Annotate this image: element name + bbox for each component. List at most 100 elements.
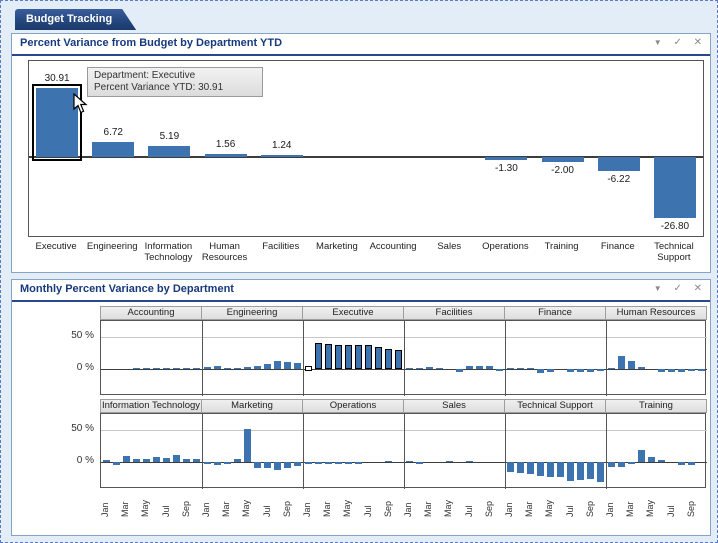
- bar[interactable]: [143, 459, 150, 462]
- bar[interactable]: [163, 458, 170, 462]
- bar[interactable]: [163, 368, 170, 370]
- trellis-dept-header[interactable]: Technical Support: [504, 399, 606, 413]
- bar[interactable]: [385, 349, 392, 369]
- panel-menu-icon[interactable]: ▼: [654, 38, 662, 47]
- bar[interactable]: [507, 462, 514, 472]
- bar[interactable]: [173, 368, 180, 370]
- bar[interactable]: [608, 462, 615, 467]
- panel-check-icon[interactable]: ✓: [673, 283, 681, 294]
- bar[interactable]: [436, 368, 443, 370]
- panel-check-icon[interactable]: ✓: [673, 37, 681, 48]
- bar[interactable]: [305, 462, 312, 464]
- bar[interactable]: [153, 457, 160, 462]
- bar[interactable]: [305, 366, 312, 371]
- bar[interactable]: [638, 367, 645, 369]
- bar[interactable]: [416, 462, 423, 464]
- bar[interactable]: [485, 157, 527, 160]
- bar[interactable]: [628, 462, 635, 464]
- bar[interactable]: [517, 368, 524, 370]
- bar[interactable]: [375, 347, 382, 369]
- bar[interactable]: [274, 462, 281, 470]
- bar[interactable]: [406, 461, 413, 463]
- bar[interactable]: [261, 155, 303, 158]
- bar[interactable]: [204, 367, 211, 369]
- trellis-dept-header[interactable]: Engineering: [201, 306, 303, 320]
- bar[interactable]: [688, 369, 695, 371]
- bar[interactable]: [577, 462, 584, 480]
- bar[interactable]: [204, 462, 211, 464]
- bar[interactable]: [173, 455, 180, 462]
- bar[interactable]: [406, 368, 413, 370]
- bar[interactable]: [365, 345, 372, 369]
- bar[interactable]: [294, 363, 301, 369]
- trellis-dept-header[interactable]: Facilities: [403, 306, 505, 320]
- trellis-dept-header[interactable]: Finance: [504, 306, 606, 320]
- bar[interactable]: [527, 462, 534, 474]
- tab-budget-tracking[interactable]: Budget Tracking: [15, 9, 136, 30]
- bar[interactable]: [183, 368, 190, 370]
- panel-close-icon[interactable]: ✕: [694, 283, 702, 294]
- bar[interactable]: [618, 462, 625, 467]
- bar[interactable]: [345, 462, 352, 464]
- bar[interactable]: [214, 462, 221, 465]
- panel-close-icon[interactable]: ✕: [694, 37, 702, 48]
- bar[interactable]: [325, 344, 332, 369]
- bar[interactable]: [385, 461, 392, 463]
- bar[interactable]: [183, 459, 190, 462]
- bar[interactable]: [133, 368, 140, 370]
- bar[interactable]: [537, 369, 544, 373]
- bar[interactable]: [254, 366, 261, 369]
- bar[interactable]: [92, 142, 134, 157]
- bar[interactable]: [395, 350, 402, 369]
- bar[interactable]: [527, 368, 534, 370]
- bar[interactable]: [597, 462, 604, 482]
- bar[interactable]: [466, 461, 473, 463]
- bar[interactable]: [148, 146, 190, 158]
- bar[interactable]: [547, 369, 554, 372]
- panel-menu-icon[interactable]: ▼: [654, 284, 662, 293]
- bar[interactable]: [335, 462, 342, 464]
- bar[interactable]: [264, 364, 271, 369]
- bar[interactable]: [658, 460, 665, 462]
- bar[interactable]: [193, 368, 200, 370]
- bar[interactable]: [587, 462, 594, 479]
- bar[interactable]: [466, 366, 473, 369]
- bar[interactable]: [315, 343, 322, 369]
- bar[interactable]: [567, 462, 574, 481]
- bar[interactable]: [123, 456, 130, 462]
- bar[interactable]: [254, 462, 261, 468]
- bar[interactable]: [284, 362, 291, 369]
- bar[interactable]: [234, 368, 241, 370]
- bar[interactable]: [153, 368, 160, 370]
- bar[interactable]: [598, 157, 640, 171]
- bar[interactable]: [274, 361, 281, 369]
- bar[interactable]: [537, 462, 544, 476]
- bar[interactable]: [426, 367, 433, 369]
- bar[interactable]: [103, 460, 110, 462]
- bar[interactable]: [264, 462, 271, 468]
- bar[interactable]: [355, 345, 362, 369]
- bar[interactable]: [143, 368, 150, 370]
- bar[interactable]: [335, 345, 342, 369]
- bar[interactable]: [224, 368, 231, 370]
- bar[interactable]: [486, 366, 493, 369]
- bar[interactable]: [597, 369, 604, 371]
- bar[interactable]: [456, 369, 463, 372]
- bar[interactable]: [557, 462, 564, 477]
- trellis-dept-header[interactable]: Training: [605, 399, 707, 413]
- trellis-dept-header[interactable]: Sales: [403, 399, 505, 413]
- bar[interactable]: [507, 368, 514, 370]
- trellis-dept-header[interactable]: Operations: [302, 399, 404, 413]
- trellis-dept-header[interactable]: Marketing: [201, 399, 303, 413]
- bar[interactable]: [214, 366, 221, 369]
- bar[interactable]: [476, 366, 483, 369]
- bar[interactable]: [608, 368, 615, 370]
- bar[interactable]: [567, 369, 574, 372]
- bar[interactable]: [698, 369, 705, 371]
- bar[interactable]: [628, 361, 635, 369]
- bar[interactable]: [325, 462, 332, 464]
- bar[interactable]: [294, 462, 301, 466]
- bar[interactable]: [113, 462, 120, 465]
- bar[interactable]: [234, 459, 241, 462]
- bar[interactable]: [355, 462, 362, 464]
